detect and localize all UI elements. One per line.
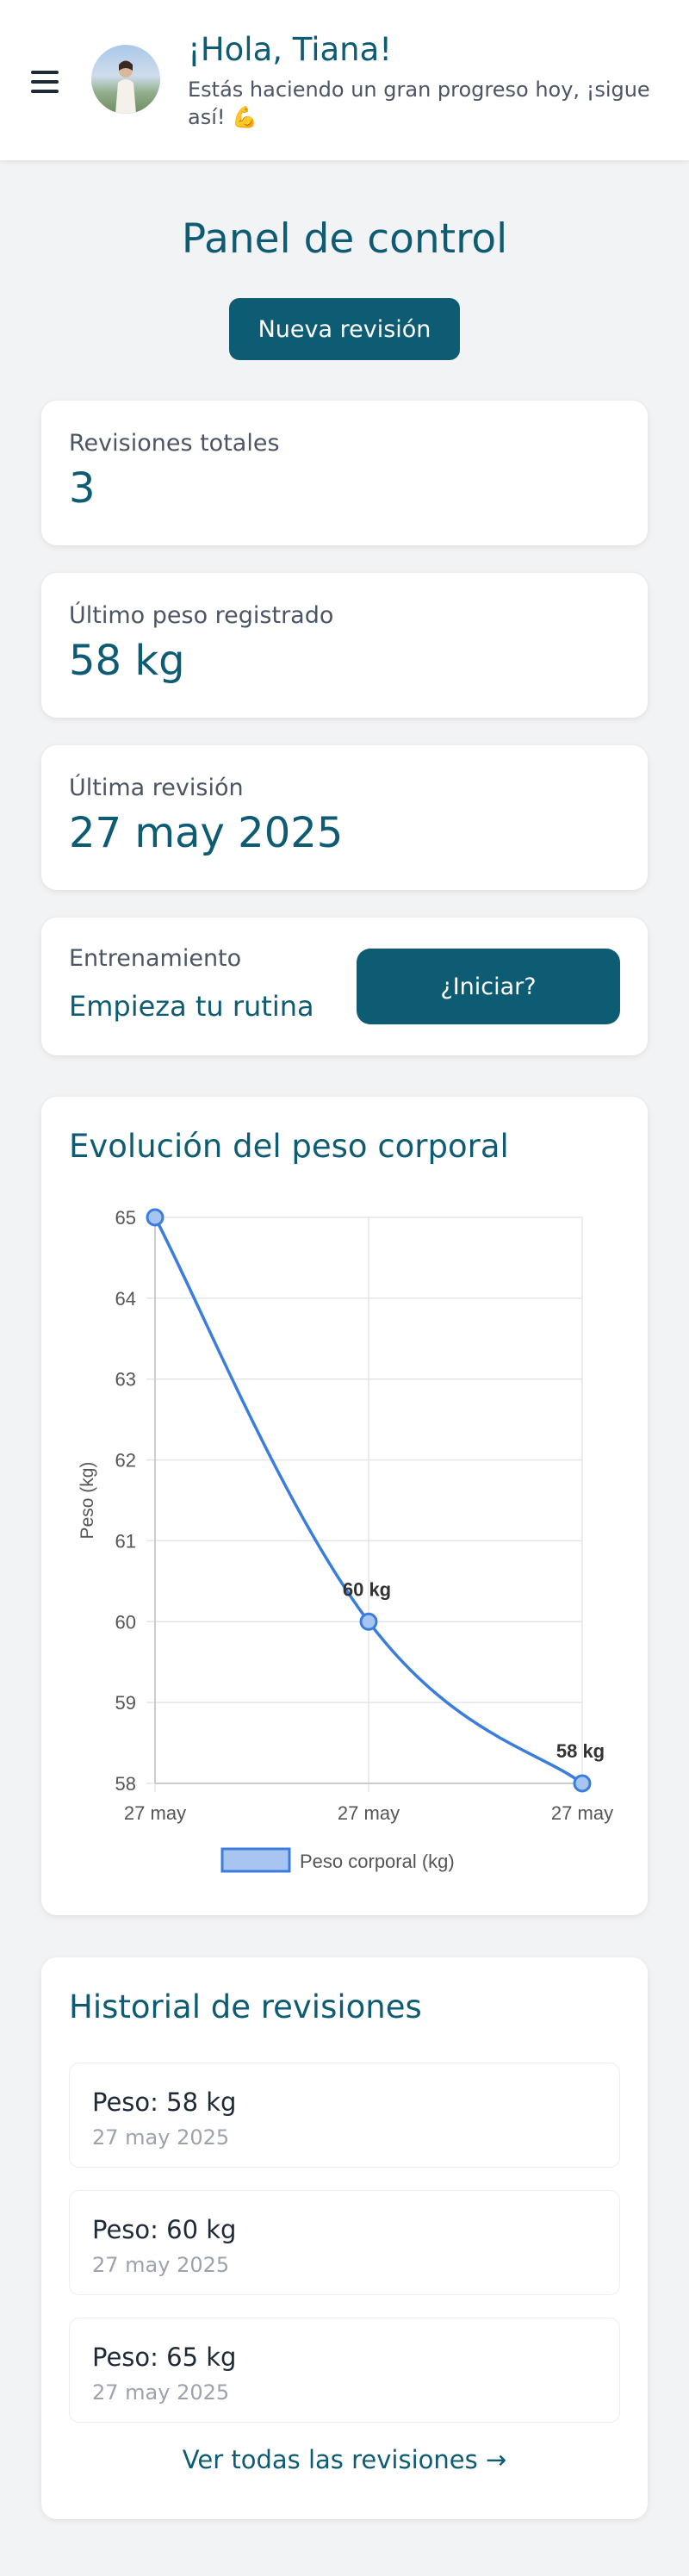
y-tick-label: 62 [115,1450,136,1472]
history-item[interactable]: Peso: 65 kg 27 may 2025 [69,2318,620,2423]
data-point [573,1774,592,1793]
history-item-date: 27 may 2025 [92,2253,230,2277]
x-tick-label: 27 may [124,1802,186,1824]
stat-card-last-review: Última revisión 27 may 2025 [41,745,648,890]
training-label: Entrenamiento [69,945,242,972]
y-tick-label: 60 [115,1611,136,1633]
training-card: Entrenamiento Empieza tu rutina ¿Iniciar… [41,918,648,1055]
history-item[interactable]: Peso: 58 kg 27 may 2025 [69,2063,620,2168]
stat-label: Revisiones totales [69,430,280,457]
greeting-subtitle: Estás haciendo un gran progreso hoy, ¡si… [188,78,650,129]
stat-value: 3 [69,464,96,513]
history-item-weight: Peso: 58 kg [92,2088,237,2117]
y-tick-label: 59 [115,1692,136,1714]
x-tick-label: 27 may [551,1802,613,1824]
stat-value: 58 kg [69,637,185,685]
y-tick-label: 61 [115,1530,136,1552]
menu-icon[interactable] [31,71,59,93]
history-item-date: 27 may 2025 [92,2380,230,2405]
training-cta-text: Empieza tu rutina [69,990,314,1023]
start-training-button[interactable]: ¿Iniciar? [357,949,620,1024]
stat-label: Última revisión [69,775,244,801]
y-tick-label: 65 [115,1207,136,1229]
legend-swatch [220,1847,291,1873]
data-label: 60 kg [343,1578,391,1600]
legend-label: Peso corporal (kg) [300,1851,455,1872]
history-title: Historial de revisiones [69,1988,422,2025]
history-item-weight: Peso: 65 kg [92,2343,237,2372]
data-label: 58 kg [556,1740,605,1762]
y-tick-label: 64 [115,1288,136,1310]
data-point [359,1612,378,1631]
history-item-weight: Peso: 60 kg [92,2215,237,2244]
y-tick-label: 63 [115,1369,136,1391]
history-item[interactable]: Peso: 60 kg 27 may 2025 [69,2190,620,2295]
stat-value: 27 may 2025 [69,809,344,857]
avatar[interactable] [91,45,160,114]
y-tick-label: 58 [115,1773,136,1795]
see-all-reviews-link[interactable]: Ver todas las revisiones → [41,2445,648,2474]
history-card: Historial de revisiones Peso: 58 kg 27 m… [41,1957,648,2519]
new-review-button[interactable]: Nueva revisión [229,298,460,360]
y-axis-label: Peso (kg) [78,1462,97,1540]
stat-card-last-weight: Último peso registrado 58 kg [41,573,648,718]
history-item-date: 27 may 2025 [92,2125,230,2150]
top-header: ¡Hola, Tiana! Estás haciendo un gran pro… [0,0,689,160]
greeting-title: ¡Hola, Tiana! [188,31,393,68]
x-tick-label: 27 may [338,1802,400,1824]
weight-chart-card: Evolución del peso corporal 58 59 60 61 62 63… [41,1097,648,1915]
page-title: Panel de control [181,215,508,263]
data-point [146,1208,164,1227]
stat-label: Último peso registrado [69,602,334,629]
weight-line-chart: 58 59 60 61 62 63 64 65 27 may 27 may 27 may Peso (… [78,1207,613,1873]
stat-card-total-reviews: Revisiones totales 3 [41,401,648,545]
